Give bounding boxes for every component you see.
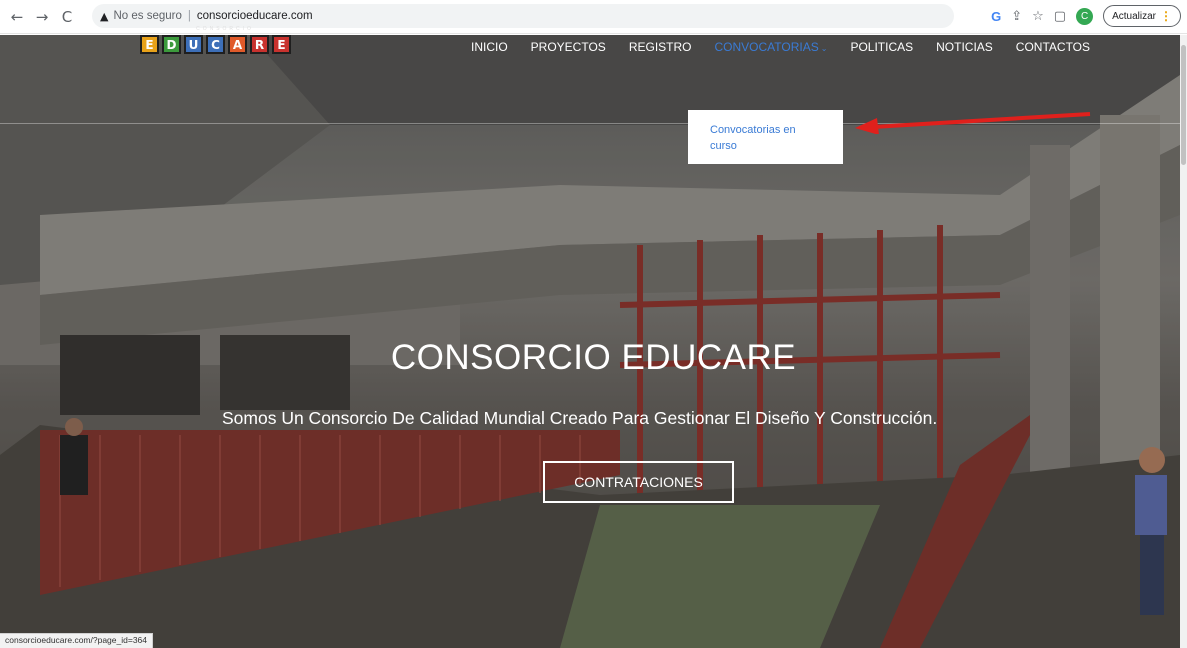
site-logo[interactable]: CONSORCIO EDUCARE xyxy=(140,26,310,54)
logo-block-r: R xyxy=(250,35,269,54)
nav-item-noticias[interactable]: NOTICIAS xyxy=(936,40,993,54)
logo-block-a: A xyxy=(228,35,247,54)
dropdown-item-convocatorias-en-curso[interactable]: Convocatorias en curso xyxy=(710,124,796,152)
forward-icon[interactable]: → xyxy=(31,6,53,28)
reload-icon[interactable]: C xyxy=(56,6,78,28)
more-vert-icon: ⋮ xyxy=(1160,9,1172,23)
bookmark-star-icon[interactable]: ☆ xyxy=(1032,9,1044,24)
nav-label: CONTACTOS xyxy=(1015,40,1091,54)
nav-item-registro[interactable]: REGISTRO xyxy=(629,40,692,54)
url-text[interactable]: consorcioeducare.com xyxy=(197,10,313,22)
convocatorias-dropdown: Convocatorias en curso xyxy=(688,110,843,164)
hero-subtitle: Somos Un Consorcio De Calidad Mundial Cr… xyxy=(222,408,938,428)
side-panel-icon[interactable]: ▢ xyxy=(1054,9,1066,24)
red-annotation-arrow xyxy=(855,112,1091,134)
nav-item-convocatorias[interactable]: CONVOCATORIAS ⌄ xyxy=(714,40,827,54)
nav-item-contactos[interactable]: CONTACTOS xyxy=(1016,40,1090,54)
nav-label: PROYECTOS xyxy=(530,40,606,54)
nav-label: POLITICAS xyxy=(850,40,914,54)
logo-tagline: CONSORCIO xyxy=(196,26,254,32)
share-icon[interactable]: ⇪ xyxy=(1011,9,1022,24)
security-status[interactable]: No es seguro xyxy=(113,10,181,22)
divider: | xyxy=(187,10,191,22)
nav-item-proyectos[interactable]: PROYECTOS xyxy=(531,40,606,54)
hero-title-text: CONSORCIO EDUCARE xyxy=(390,338,797,377)
nav-label: CONVOCATORIAS xyxy=(714,40,819,54)
contrataciones-button[interactable]: CONTRATACIONES xyxy=(543,461,734,503)
logo-block-e: E xyxy=(272,35,291,54)
nav-item-inicio[interactable]: INICIO xyxy=(471,40,508,54)
logo-block-d: D xyxy=(162,35,181,54)
logo-blocks: EDUCARE xyxy=(140,35,310,54)
logo-block-e: E xyxy=(140,35,159,54)
chevron-down-icon: ⌄ xyxy=(820,44,828,53)
scrollbar-thumb[interactable] xyxy=(1181,45,1186,165)
nav-item-politicas[interactable]: POLITICAS xyxy=(850,40,913,54)
warning-icon[interactable]: ▲ xyxy=(100,10,108,23)
status-bar-url: consorcioeducare.com/?page_id=364 xyxy=(0,633,154,648)
nav-label: INICIO xyxy=(471,40,508,54)
nav-label: REGISTRO xyxy=(628,40,692,54)
update-button[interactable]: Actualizar ⋮ xyxy=(1103,5,1181,27)
logo-block-c: C xyxy=(206,35,225,54)
main-nav: INICIO PROYECTOS REGISTRO CONVOCATORIAS ⌄ POL… xyxy=(471,40,1113,54)
hero-title: CONSORCIO EDUCARE xyxy=(0,338,1187,378)
profile-avatar[interactable]: C xyxy=(1076,7,1094,25)
address-bar[interactable]: ▲ No es seguro | consorcioeducare.com xyxy=(92,4,954,28)
nav-label: NOTICIAS xyxy=(936,40,993,54)
browser-actions: G ⇪ ☆ ▢ C Actualizar ⋮ xyxy=(991,4,1181,28)
logo-block-u: U xyxy=(184,35,203,54)
google-lens-icon[interactable]: G xyxy=(991,9,1001,24)
back-icon[interactable]: ← xyxy=(6,6,28,28)
update-label: Actualizar xyxy=(1112,10,1156,22)
